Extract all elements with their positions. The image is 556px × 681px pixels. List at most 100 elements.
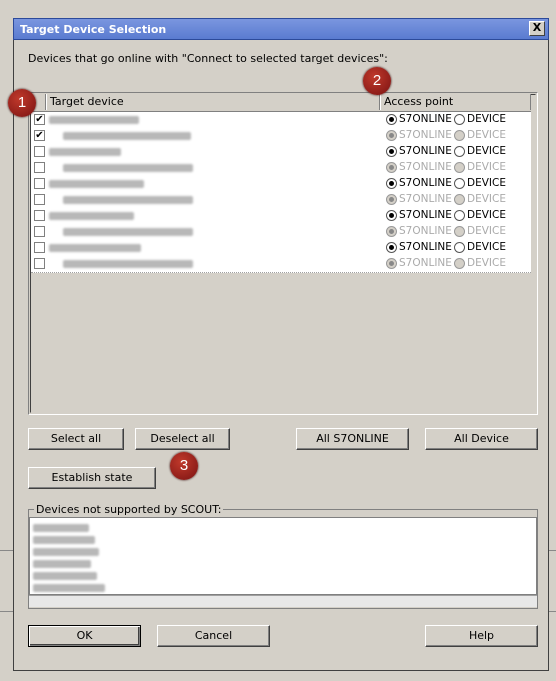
title-bar[interactable]: Target Device Selection X	[13, 18, 549, 40]
background-window-edge-right	[549, 550, 556, 612]
device-label: DEVICE	[467, 209, 506, 221]
device-radio[interactable]	[454, 130, 465, 141]
row-checkbox[interactable]: ✔	[34, 114, 45, 125]
s7online-label: S7ONLINE	[399, 209, 452, 221]
blurred-device-name	[49, 212, 134, 220]
device-name-cell	[49, 112, 209, 127]
list-header: Target device Access point	[30, 94, 531, 112]
table-row[interactable]: S7ONLINE DEVICE	[31, 240, 531, 257]
device-name-cell	[49, 240, 209, 255]
table-row[interactable]: S7ONLINE DEVICE	[31, 208, 531, 225]
device-radio[interactable]	[454, 258, 465, 269]
s7online-radio[interactable]	[386, 130, 397, 141]
row-checkbox[interactable]	[34, 226, 45, 237]
device-radio[interactable]	[454, 162, 465, 173]
device-label: DEVICE	[467, 225, 506, 237]
device-radio[interactable]	[454, 242, 465, 253]
blurred-device-name	[33, 584, 105, 592]
device-radio[interactable]	[454, 178, 465, 189]
s7online-label: S7ONLINE	[399, 145, 452, 157]
table-row[interactable]: S7ONLINE DEVICE	[31, 144, 531, 161]
row-checkbox[interactable]: ✔	[34, 130, 45, 141]
device-label: DEVICE	[467, 113, 506, 125]
s7online-radio[interactable]	[386, 114, 397, 125]
blurred-device-name	[63, 228, 193, 236]
device-name-cell	[49, 160, 209, 175]
horizontal-scrollbar[interactable]	[29, 595, 537, 607]
device-name-cell	[49, 176, 209, 191]
device-label: DEVICE	[467, 161, 506, 173]
s7online-label: S7ONLINE	[399, 193, 452, 205]
table-row[interactable]: S7ONLINE DEVICE	[31, 192, 531, 209]
row-checkbox[interactable]	[34, 146, 45, 157]
row-checkbox[interactable]	[34, 210, 45, 221]
unsupported-devices-list[interactable]	[29, 517, 537, 595]
s7online-radio[interactable]	[386, 162, 397, 173]
table-row[interactable]: ✔ S7ONLINE DEVICE	[31, 112, 531, 129]
callout-badge-1: 1	[8, 89, 36, 117]
device-label: DEVICE	[467, 177, 506, 189]
s7online-label: S7ONLINE	[399, 257, 452, 269]
row-checkbox[interactable]	[34, 258, 45, 269]
background-window-edge-left	[0, 550, 14, 612]
device-name-cell	[49, 256, 209, 271]
table-row[interactable]: S7ONLINE DEVICE	[31, 224, 531, 241]
s7online-radio[interactable]	[386, 146, 397, 157]
s7online-radio[interactable]	[386, 226, 397, 237]
row-checkbox[interactable]	[34, 178, 45, 189]
blurred-device-name	[49, 180, 144, 188]
row-checkbox[interactable]	[34, 242, 45, 253]
device-label: DEVICE	[467, 145, 506, 157]
row-checkbox[interactable]	[34, 194, 45, 205]
s7online-radio[interactable]	[386, 194, 397, 205]
blurred-device-name	[33, 536, 95, 544]
device-radio[interactable]	[454, 114, 465, 125]
all-s7online-button[interactable]: All S7ONLINE	[296, 428, 409, 450]
all-device-button[interactable]: All Device	[425, 428, 538, 450]
deselect-all-button[interactable]: Deselect all	[135, 428, 230, 450]
device-label: DEVICE	[467, 241, 506, 253]
close-button[interactable]: X	[529, 21, 545, 36]
device-radio[interactable]	[454, 194, 465, 205]
callout-badge-2: 2	[363, 67, 391, 95]
window-title: Target Device Selection	[20, 23, 167, 36]
device-name-cell	[49, 144, 209, 159]
s7online-radio[interactable]	[386, 242, 397, 253]
blurred-device-name	[49, 148, 121, 156]
device-name-cell	[49, 208, 209, 223]
callout-badge-3: 3	[170, 452, 198, 480]
device-radio[interactable]	[454, 226, 465, 237]
cancel-button[interactable]: Cancel	[157, 625, 270, 647]
establish-state-button[interactable]: Establish state	[28, 467, 156, 489]
table-row[interactable]: ✔ S7ONLINE DEVICE	[31, 128, 531, 145]
ok-button[interactable]: OK	[28, 625, 141, 647]
row-checkbox[interactable]	[34, 162, 45, 173]
blurred-device-name	[63, 132, 191, 140]
s7online-label: S7ONLINE	[399, 161, 452, 173]
table-row[interactable]: S7ONLINE DEVICE	[31, 176, 531, 193]
help-button[interactable]: Help	[425, 625, 538, 647]
header-access-point[interactable]: Access point	[380, 94, 531, 110]
header-target-device[interactable]: Target device	[46, 94, 380, 110]
device-radio[interactable]	[454, 146, 465, 157]
select-all-button[interactable]: Select all	[28, 428, 124, 450]
s7online-label: S7ONLINE	[399, 113, 452, 125]
device-name-cell	[49, 192, 209, 207]
blurred-device-name	[63, 196, 193, 204]
blurred-device-name	[33, 524, 89, 532]
table-row[interactable]: S7ONLINE DEVICE	[31, 160, 531, 177]
device-label: DEVICE	[467, 193, 506, 205]
device-label: DEVICE	[467, 129, 506, 141]
blurred-device-name	[33, 548, 99, 556]
blurred-device-name	[49, 116, 139, 124]
intro-label: Devices that go online with "Connect to …	[28, 52, 388, 65]
device-name-cell	[49, 128, 209, 143]
s7online-radio[interactable]	[386, 258, 397, 269]
device-radio[interactable]	[454, 210, 465, 221]
unsupported-devices-label: Devices not supported by SCOUT:	[34, 503, 224, 516]
s7online-radio[interactable]	[386, 178, 397, 189]
table-row[interactable]: S7ONLINE DEVICE	[31, 256, 531, 273]
s7online-label: S7ONLINE	[399, 177, 452, 189]
s7online-radio[interactable]	[386, 210, 397, 221]
blurred-device-name	[33, 560, 91, 568]
